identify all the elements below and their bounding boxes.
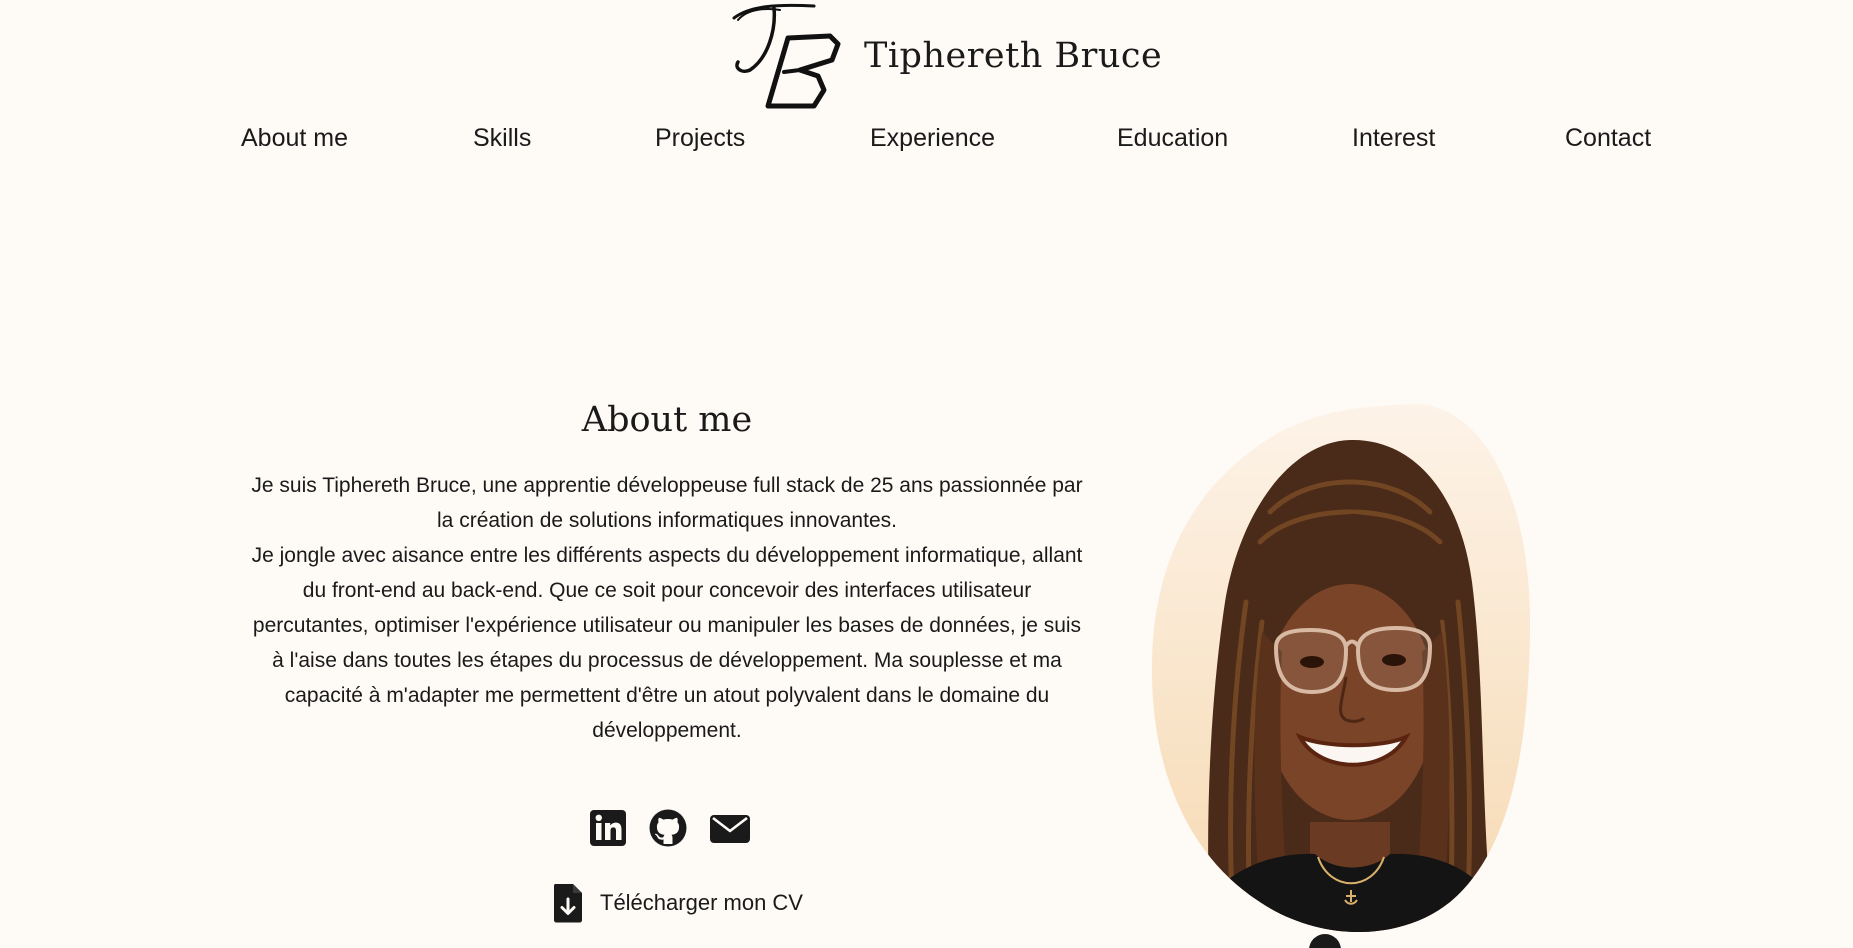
brand-name: Tiphereth Bruce xyxy=(864,36,1163,76)
tb-monogram-logo xyxy=(732,3,841,109)
nav-experience[interactable]: Experience xyxy=(870,124,995,153)
profile-photo xyxy=(1151,403,1530,932)
nav-projects[interactable]: Projects xyxy=(655,124,745,153)
file-download-icon xyxy=(554,884,582,923)
email-icon[interactable] xyxy=(708,808,752,848)
about-section: About me Je suis Tiphereth Bruce, une ap… xyxy=(245,400,1089,748)
nav-skills[interactable]: Skills xyxy=(473,124,531,153)
brand[interactable]: Tiphereth Bruce xyxy=(728,0,1162,112)
nav-education[interactable]: Education xyxy=(1117,124,1228,153)
about-description: Je jongle avec aisance entre les différe… xyxy=(251,544,1083,742)
main-nav: About me Skills Projects Experience Educ… xyxy=(0,124,1853,164)
social-links xyxy=(588,808,752,848)
portfolio-page: Tiphereth Bruce About me Skills Projects… xyxy=(0,0,1853,948)
site-header: Tiphereth Bruce About me Skills Projects… xyxy=(0,0,1853,152)
download-cv-link[interactable]: Télécharger mon CV xyxy=(552,882,803,924)
about-intro: Je suis Tiphereth Bruce, une apprentie d… xyxy=(251,474,1083,532)
scroll-to-top-button[interactable] xyxy=(1309,934,1341,948)
nav-interest[interactable]: Interest xyxy=(1352,124,1435,153)
github-icon[interactable] xyxy=(648,808,688,848)
download-cv-label: Télécharger mon CV xyxy=(600,890,803,915)
nav-contact[interactable]: Contact xyxy=(1565,124,1651,153)
linkedin-icon[interactable] xyxy=(588,808,628,848)
nav-about-me[interactable]: About me xyxy=(241,124,348,153)
about-title: About me xyxy=(581,400,753,440)
